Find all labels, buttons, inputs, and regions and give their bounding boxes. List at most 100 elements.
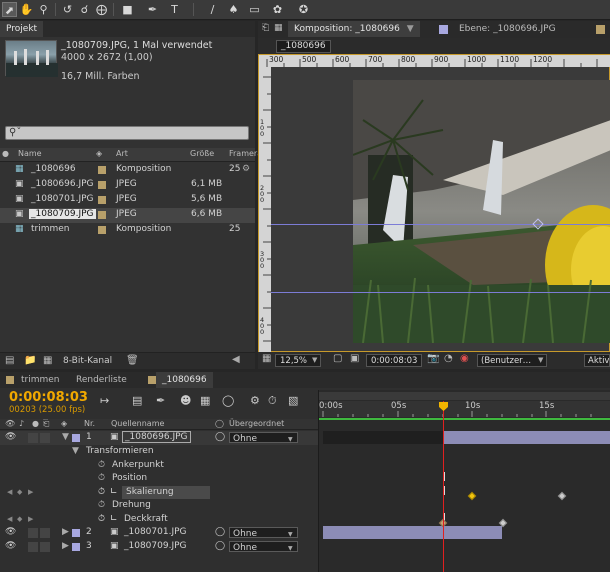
- delete-icon[interactable]: 🗑: [126, 355, 139, 366]
- time-ruler[interactable]: 0:00s 05s 10s 15s: [319, 401, 610, 417]
- zoom-dropdown[interactable]: 12,5% ▼: [275, 354, 321, 367]
- layer-color-swatch[interactable]: [72, 529, 80, 537]
- tab-1080696[interactable]: _1080696: [156, 372, 213, 388]
- eraser-tool-icon[interactable]: ▭: [247, 2, 262, 17]
- horizontal-ruler[interactable]: 300 500 600 700 800 900 1000 1100 1200: [259, 55, 610, 67]
- stopwatch-active-icon[interactable]: ⏱: [98, 513, 105, 526]
- layer-1-bar[interactable]: [443, 431, 610, 444]
- project-row-trimmen[interactable]: ▦ trimmen Komposition 25: [0, 223, 255, 238]
- scale-keyframe[interactable]: [557, 491, 567, 501]
- live-update-icon[interactable]: ▤: [132, 394, 142, 407]
- lock-box[interactable]: [40, 542, 50, 552]
- mask-visibility-icon[interactable]: ▣: [350, 353, 359, 364]
- layer-color-swatch[interactable]: [72, 434, 80, 442]
- frame-blending-icon[interactable]: ▦: [200, 394, 210, 407]
- pan-behind-tool-icon[interactable]: ⨁: [94, 2, 109, 17]
- layer-name[interactable]: _1080696.JPG: [122, 431, 191, 443]
- solo-box[interactable]: [28, 433, 38, 443]
- column-type[interactable]: Art: [116, 149, 128, 158]
- parent-dropdown[interactable]: Ohne ▼: [229, 527, 298, 539]
- solo-box[interactable]: [28, 528, 38, 538]
- parent-pickwhip-icon[interactable]: ◯: [215, 526, 225, 539]
- active-camera-dropdown[interactable]: Aktiv: [584, 354, 610, 367]
- project-search-input[interactable]: ⚲ˇ: [5, 126, 249, 140]
- vertical-ruler[interactable]: 100 200 300 400: [259, 67, 271, 353]
- stopwatch-icon[interactable]: ⏱: [268, 394, 277, 408]
- property-row-rotation[interactable]: ⏱ Drehung: [0, 499, 318, 513]
- lock-box[interactable]: [40, 433, 50, 443]
- layer-row-2[interactable]: 👁 ▶ 2 ▣ _1080701.JPG ◯ Ohne ▼: [0, 526, 318, 540]
- type-tool-icon[interactable]: T: [167, 2, 182, 17]
- draft-3d-icon[interactable]: ✒: [156, 394, 165, 407]
- playhead-line[interactable]: [443, 401, 444, 572]
- tab-layer[interactable]: Ebene: _1080696.JPG: [453, 21, 562, 37]
- transform-group-row[interactable]: ▼ Transformieren: [0, 445, 318, 459]
- next-keyframe-icon[interactable]: ▶: [28, 486, 33, 499]
- label-column-icon[interactable]: ●: [2, 149, 9, 158]
- label-color-swatch[interactable]: [98, 211, 106, 219]
- interpret-footage-icon[interactable]: ▤: [5, 355, 14, 366]
- lock-box[interactable]: [40, 528, 50, 538]
- rectangle-tool-icon[interactable]: ■: [120, 2, 135, 17]
- flowchart-icon[interactable]: ⚙: [242, 164, 250, 174]
- pen-tool-icon[interactable]: ✒: [145, 2, 160, 17]
- property-row-anchor[interactable]: ⏱ Ankerpunkt: [0, 459, 318, 473]
- horizontal-guide[interactable]: [271, 224, 610, 225]
- bit-depth-label[interactable]: 8-Bit-Kanal: [63, 356, 112, 366]
- visibility-icon[interactable]: 👁: [5, 526, 16, 539]
- layer-2-bar[interactable]: [323, 526, 502, 539]
- collapse-arrow-icon[interactable]: ▶: [62, 540, 69, 553]
- tab-trimmen[interactable]: trimmen: [15, 372, 66, 388]
- parent-pickwhip-icon[interactable]: ◯: [215, 431, 225, 444]
- label-color-swatch[interactable]: [98, 166, 106, 174]
- new-folder-icon[interactable]: 📁: [24, 355, 36, 366]
- orbit-camera-tool-icon[interactable]: ☌: [77, 2, 92, 17]
- layer-row-1[interactable]: 👁 ▼ 1 ▣ _1080696.JPG ◯ Ohne ▼: [0, 431, 318, 445]
- stopwatch-icon[interactable]: ⏱: [98, 499, 105, 512]
- parent-dropdown[interactable]: Ohne ▼: [229, 432, 298, 444]
- new-composition-icon[interactable]: ▦: [43, 355, 52, 366]
- prev-keyframe-icon[interactable]: ◀: [7, 486, 12, 499]
- layer-name[interactable]: _1080709.JPG: [124, 540, 187, 553]
- composition-viewer[interactable]: 300 500 600 700 800 900 1000 1100 1200 1…: [258, 54, 610, 353]
- next-keyframe-icon[interactable]: ▶: [28, 513, 33, 526]
- work-area-bar[interactable]: [319, 392, 610, 400]
- comp-mini-flowchart-icon[interactable]: ↦: [100, 394, 109, 407]
- label-color-swatch[interactable]: [98, 196, 106, 204]
- prev-keyframe-icon[interactable]: ◀: [7, 513, 12, 526]
- visibility-icon[interactable]: 👁: [5, 540, 16, 553]
- project-row-1080701-jpg[interactable]: ▣ _1080701.JPG JPEG 5,6 MB: [0, 193, 255, 208]
- graph-editor-icon[interactable]: ▧: [288, 394, 298, 407]
- snapshot-icon[interactable]: 📷: [427, 353, 439, 364]
- property-row-position[interactable]: ⏱ Position: [0, 472, 318, 486]
- scale-keyframe-selected[interactable]: [467, 491, 477, 501]
- tab-composition[interactable]: Komposition: _1080696 ▼: [288, 21, 420, 37]
- clone-stamp-tool-icon[interactable]: ♠: [226, 2, 241, 17]
- label-color-swatch[interactable]: [98, 226, 106, 234]
- brainstorm-icon[interactable]: ⚙: [250, 394, 260, 407]
- layer-color-swatch[interactable]: [72, 543, 80, 551]
- timeline-track-area[interactable]: 0:00s 05s 10s 15s: [318, 390, 610, 572]
- dropdown-icon[interactable]: ▼: [407, 24, 414, 34]
- column-name[interactable]: Name: [18, 149, 42, 158]
- scroll-arrow-icon[interactable]: ◀: [232, 354, 240, 365]
- channel-icon[interactable]: ◉: [460, 353, 469, 364]
- stopwatch-icon[interactable]: ⏱: [98, 472, 105, 485]
- zoom-tool-icon[interactable]: ⚲: [36, 2, 51, 17]
- safe-margins-icon[interactable]: ▢: [333, 353, 342, 364]
- puppet-pin-tool-icon[interactable]: ✪: [296, 2, 311, 17]
- parent-dropdown[interactable]: Ohne ▼: [229, 541, 298, 553]
- selection-tool-icon[interactable]: ⬈: [2, 2, 17, 17]
- collapse-arrow-icon[interactable]: ▶: [62, 526, 69, 539]
- rotation-tool-icon[interactable]: ↺: [60, 2, 75, 17]
- stopwatch-active-icon[interactable]: ⏱: [98, 486, 105, 499]
- timeline-timecode[interactable]: 0:00:08:03: [9, 390, 88, 405]
- tab-project[interactable]: Projekt: [0, 21, 44, 37]
- tab-render-queue[interactable]: Renderliste: [70, 372, 133, 388]
- solo-box[interactable]: [28, 542, 38, 552]
- composition-frame[interactable]: [353, 80, 610, 343]
- show-snapshot-icon[interactable]: ◔: [444, 353, 453, 364]
- stopwatch-icon[interactable]: ⏱: [98, 459, 105, 472]
- keyframe-toggle-icon[interactable]: ◆: [17, 486, 22, 499]
- column-size[interactable]: Größe: [190, 149, 214, 158]
